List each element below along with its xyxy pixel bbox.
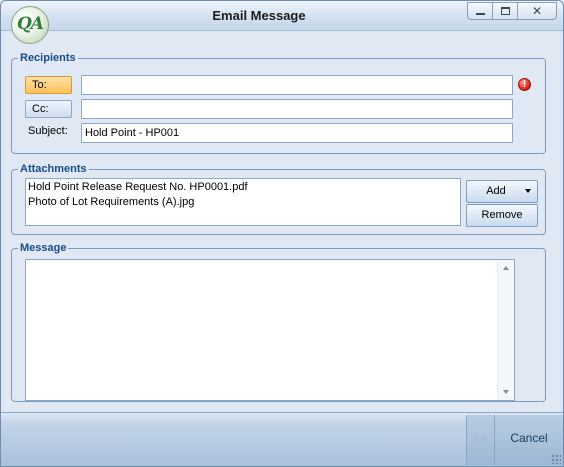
subject-field[interactable]: Hold Point - HP001 <box>81 123 513 143</box>
cc-field[interactable] <box>81 99 513 119</box>
app-logo[interactable]: QA <box>11 6 49 44</box>
to-button[interactable]: To: <box>25 76 72 94</box>
dialog-content: Recipients To: ! Cc: Subject: Hold Point… <box>4 32 560 411</box>
attachments-list[interactable]: Hold Point Release Request No. HP0001.pd… <box>25 178 461 226</box>
message-body-text <box>26 260 514 264</box>
maximize-icon <box>500 7 510 15</box>
recipients-legend: Recipients <box>20 52 76 64</box>
ok-button-label: Ok <box>472 431 489 445</box>
attachments-legend: Attachments <box>20 163 87 175</box>
email-message-window: Email Message ✕ QA Recipients To: ! Cc: … <box>0 0 564 467</box>
to-field[interactable] <box>81 75 513 95</box>
minimize-button[interactable] <box>467 2 493 20</box>
cc-button[interactable]: Cc: <box>25 100 72 118</box>
add-attachment-label: Add <box>486 185 506 197</box>
maximize-button[interactable] <box>492 2 518 20</box>
remove-attachment-button[interactable]: Remove <box>466 204 538 227</box>
close-button[interactable]: ✕ <box>517 2 557 20</box>
dialog-footer: Ok Cancel <box>1 412 563 466</box>
scroll-down-arrow-icon[interactable] <box>503 390 509 394</box>
title-bar[interactable]: Email Message ✕ <box>1 1 563 31</box>
close-icon: ✕ <box>531 4 543 18</box>
message-legend: Message <box>20 242 67 254</box>
error-icon: ! <box>518 78 531 91</box>
app-logo-text: QA <box>17 14 44 34</box>
scroll-up-arrow-icon[interactable] <box>503 266 509 270</box>
add-attachment-button[interactable]: Add <box>466 180 538 203</box>
minimize-icon <box>475 13 485 15</box>
attachment-item[interactable]: Photo of Lot Requirements (A).jpg <box>28 195 458 210</box>
resize-grip-icon[interactable] <box>551 454 561 464</box>
caption-buttons: ✕ <box>467 2 557 20</box>
window-title: Email Message <box>212 8 306 23</box>
attachment-item[interactable]: Hold Point Release Request No. HP0001.pd… <box>28 180 458 195</box>
ok-button[interactable]: Ok <box>466 415 494 465</box>
message-scrollbar[interactable] <box>497 260 514 400</box>
chevron-down-icon <box>525 189 531 193</box>
message-body-field[interactable] <box>25 259 515 401</box>
subject-label: Subject: <box>28 125 68 137</box>
